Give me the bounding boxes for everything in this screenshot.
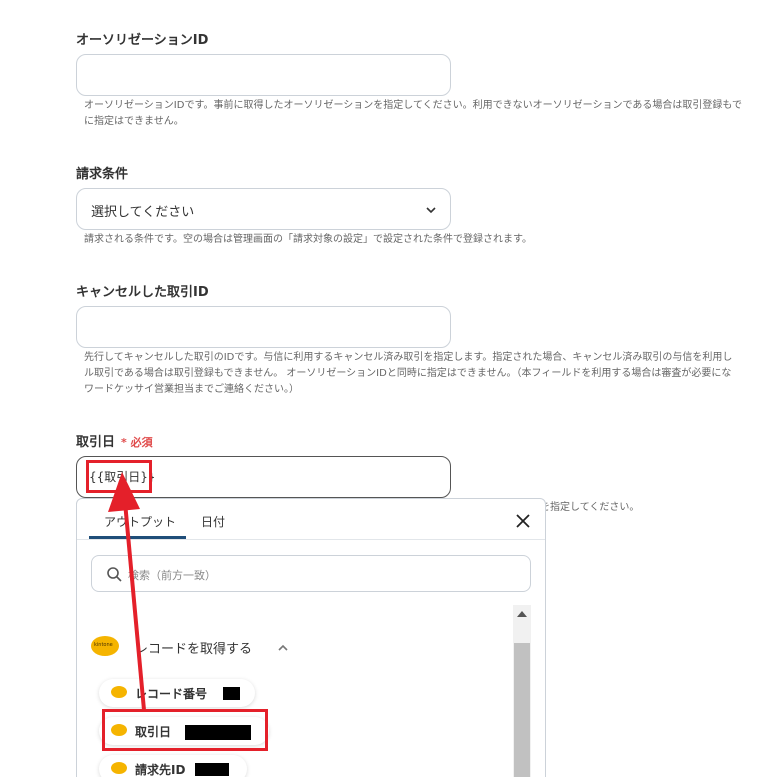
redacted-value bbox=[223, 687, 240, 700]
trade-date-help-tail: を指定してください。 bbox=[540, 502, 640, 513]
cancelled-trade-id-help-line3: ワードケッサイ営業担当までご連絡ください。） bbox=[84, 384, 299, 395]
authorization-id-label: オーソリゼーションID bbox=[76, 33, 209, 48]
kintone-icon: kintone bbox=[91, 636, 119, 656]
output-item-record-number[interactable]: レコード番号 bbox=[99, 679, 255, 707]
tab-output[interactable]: アウトプット bbox=[104, 513, 176, 530]
kintone-icon bbox=[111, 762, 127, 774]
trade-date-label: 取引日 * 必須 bbox=[76, 431, 153, 450]
kintone-icon bbox=[111, 686, 127, 698]
authorization-id-help-line1: オーソリゼーションIDです。事前に取得したオーソリゼーションを指定してください。… bbox=[84, 100, 742, 111]
authorization-id-help-line2: に指定はできません。 bbox=[84, 116, 184, 127]
cancelled-trade-id-help-line1: 先行してキャンセルした取引のIDです。与信に利用するキャンセル済み取引を指定しま… bbox=[84, 352, 733, 363]
scroll-thumb[interactable] bbox=[514, 643, 530, 777]
chevron-up-icon bbox=[278, 644, 288, 651]
cancelled-trade-id-label: キャンセルした取引ID bbox=[76, 285, 209, 300]
cancelled-trade-id-help-line2: ル取引である場合は取引登録もできません。 オーソリゼーションIDと同時に指定はで… bbox=[84, 368, 732, 379]
billing-condition-help: 請求される条件です。空の場合は管理画面の「請求対象の設定」で設定された条件で登録… bbox=[84, 234, 532, 245]
billing-condition-selected: 選択してください bbox=[91, 205, 195, 220]
highlight-box-trade-date-item bbox=[102, 709, 268, 751]
authorization-id-input[interactable] bbox=[76, 54, 451, 96]
search-input[interactable]: 検索（前方一致） bbox=[91, 555, 531, 592]
scroll-up-arrow[interactable] bbox=[517, 611, 527, 617]
output-item-billing-id[interactable]: 請求先ID bbox=[99, 755, 247, 777]
cancelled-trade-id-input[interactable] bbox=[76, 306, 451, 348]
highlight-box-date-value bbox=[86, 460, 152, 493]
scrollbar[interactable] bbox=[513, 605, 531, 777]
panel-divider bbox=[77, 539, 545, 540]
tab-date[interactable]: 日付 bbox=[201, 513, 225, 530]
search-icon bbox=[107, 567, 122, 582]
group-label: レコードを取得する bbox=[135, 642, 253, 657]
required-indicator: * 必須 bbox=[121, 436, 153, 449]
close-icon[interactable] bbox=[515, 513, 531, 529]
billing-condition-label: 請求条件 bbox=[76, 167, 129, 182]
trade-date-label-text: 取引日 bbox=[76, 435, 116, 450]
chevron-down-icon bbox=[426, 207, 436, 214]
redacted-value bbox=[195, 763, 229, 776]
billing-condition-select[interactable]: 選択してください bbox=[76, 188, 451, 230]
search-placeholder: 検索（前方一致） bbox=[128, 569, 216, 582]
